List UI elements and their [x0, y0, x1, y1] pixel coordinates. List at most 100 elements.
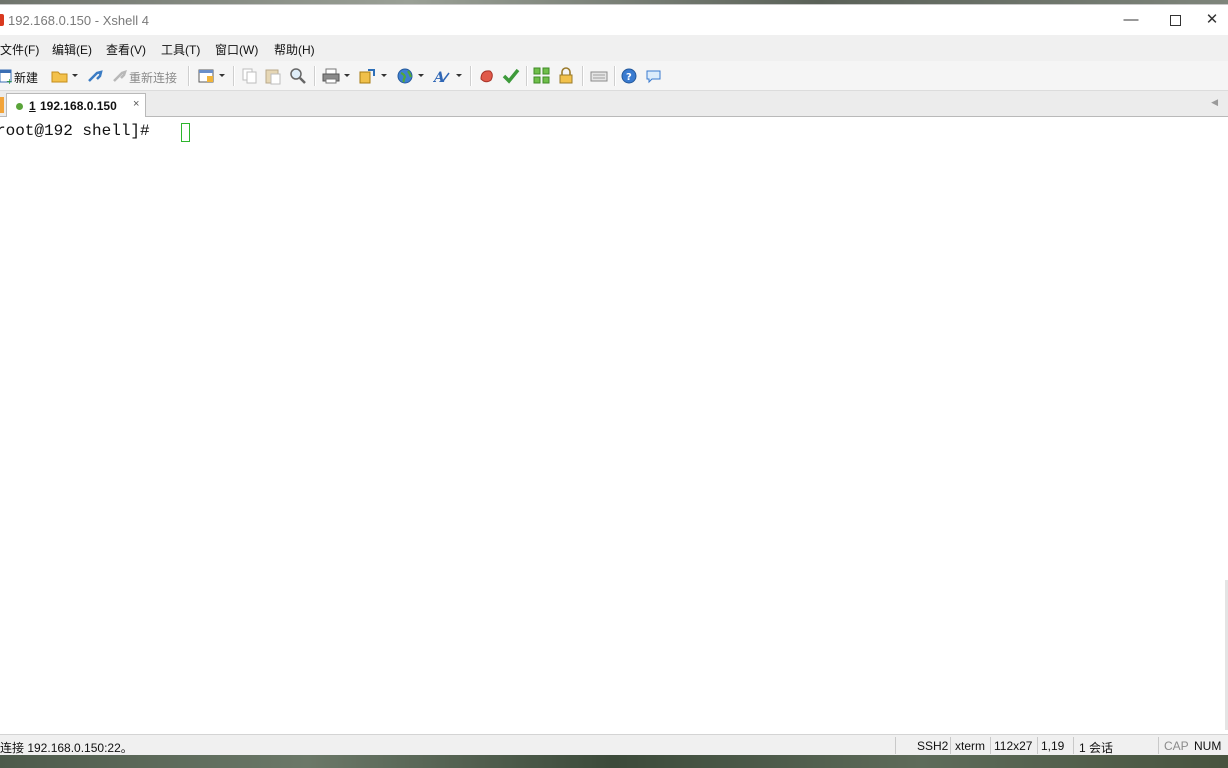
tab-number: 1	[29, 99, 36, 113]
transfer-button[interactable]	[359, 67, 377, 85]
status-bar: 连接 192.168.0.150:22。 SSH2 xterm 112x27 1…	[0, 734, 1228, 756]
session-count-status: 1 会话	[1079, 741, 1114, 755]
close-button[interactable]: ✕	[1196, 5, 1228, 35]
open-dropdown-icon[interactable]	[72, 74, 78, 77]
paste-button[interactable]	[265, 67, 281, 85]
toolbar-separator	[188, 66, 190, 86]
properties-icon	[198, 69, 214, 83]
tab-session-1[interactable]: 1 192.168.0.150 ×	[6, 93, 146, 117]
find-icon	[290, 68, 306, 84]
xshell-window: 192.168.0.150 - Xshell 4 — ✕ 文件(F) 编辑(E)…	[0, 4, 1228, 756]
find-button[interactable]	[289, 67, 307, 85]
copy-icon	[242, 68, 257, 84]
window-title: 192.168.0.150 - Xshell 4	[8, 13, 149, 28]
terminal-cursor	[181, 123, 190, 142]
menu-help[interactable]: 帮助(H)	[274, 41, 315, 58]
lock-icon	[559, 67, 573, 84]
status-separator	[1158, 737, 1159, 754]
fullscreen-button[interactable]	[533, 67, 551, 85]
new-session-label[interactable]: 新建	[14, 69, 38, 86]
font-dropdown-icon[interactable]	[456, 74, 462, 77]
terminal-type-status: xterm	[955, 739, 985, 753]
connected-status-icon	[16, 103, 23, 110]
print-dropdown-icon[interactable]	[344, 74, 350, 77]
tab-label: 192.168.0.150	[40, 99, 117, 113]
chat-button[interactable]	[645, 67, 663, 85]
xftp-button[interactable]	[478, 67, 496, 85]
svg-text:?: ?	[626, 72, 632, 83]
status-separator	[1037, 737, 1038, 754]
minimize-button[interactable]: —	[1108, 5, 1154, 35]
menu-view[interactable]: 查看(V)	[106, 41, 146, 58]
toolbar-separator	[314, 66, 316, 86]
toolbar-separator	[614, 66, 616, 86]
font-icon: A	[433, 70, 450, 85]
toolbar-separator	[233, 66, 235, 86]
xmanager-icon	[502, 68, 520, 84]
lock-button[interactable]	[558, 67, 574, 85]
maximize-button[interactable]	[1152, 5, 1198, 35]
status-separator	[990, 737, 991, 754]
toolbar-separator	[526, 66, 528, 86]
chat-icon	[646, 70, 661, 84]
menu-bar: 文件(F) 编辑(E) 查看(V) 工具(T) 窗口(W) 帮助(H)	[0, 36, 1228, 61]
title-bar[interactable]: 192.168.0.150 - Xshell 4 — ✕	[0, 5, 1228, 35]
globe-icon	[397, 68, 413, 84]
font-button[interactable]: A	[433, 67, 451, 85]
menu-edit[interactable]: 编辑(E)	[52, 41, 92, 58]
fullscreen-icon	[533, 67, 550, 84]
xmanager-button[interactable]	[502, 67, 520, 85]
transfer-icon	[359, 69, 375, 84]
properties-dropdown-icon[interactable]	[219, 74, 225, 77]
menu-window[interactable]: 窗口(W)	[215, 41, 258, 58]
transfer-dropdown-icon[interactable]	[381, 74, 387, 77]
keyboard-icon	[590, 71, 608, 82]
maximize-icon	[1169, 14, 1181, 26]
cursor-position-status: 1,19	[1041, 739, 1065, 753]
connection-status: 连接 192.168.0.150:22。	[0, 741, 133, 755]
reconnect-icon	[113, 70, 127, 82]
connect-icon	[88, 70, 103, 82]
xftp-icon	[480, 70, 493, 83]
globe-dropdown-icon[interactable]	[418, 74, 424, 77]
menu-tools[interactable]: 工具(T)	[161, 41, 200, 58]
minimize-icon: —	[1123, 11, 1139, 28]
properties-button[interactable]	[198, 67, 216, 85]
toolbar-separator	[582, 66, 584, 86]
reconnect-label[interactable]: 重新连接	[129, 69, 177, 86]
paste-icon	[265, 69, 281, 85]
keyboard-button[interactable]	[590, 67, 608, 85]
open-folder-icon	[51, 71, 68, 83]
tab-bar-edge	[0, 97, 4, 113]
desktop-background-bottom	[0, 755, 1228, 768]
globe-button[interactable]	[397, 67, 415, 85]
svg-text:+: +	[6, 77, 13, 85]
new-session-icon: +	[0, 69, 13, 85]
print-icon	[322, 68, 340, 84]
help-icon: ?	[621, 68, 637, 84]
reconnect-button[interactable]	[111, 67, 127, 85]
help-button[interactable]: ?	[621, 67, 639, 85]
terminal-prompt: root@192 shell]#	[0, 122, 160, 140]
print-button[interactable]	[322, 67, 340, 85]
protocol-status: SSH2	[917, 739, 949, 753]
open-button[interactable]	[51, 67, 69, 85]
app-icon	[0, 14, 4, 26]
terminal-area[interactable]: root@192 shell]#	[0, 117, 1228, 734]
session-tab-bar: 1 192.168.0.150 × ◀	[0, 91, 1228, 117]
status-separator	[1073, 737, 1074, 754]
close-icon: ✕	[1205, 11, 1219, 28]
tab-scroll-left-icon[interactable]: ◀	[1211, 97, 1218, 108]
num-lock-indicator: NUM	[1194, 739, 1222, 753]
copy-button[interactable]	[242, 67, 258, 85]
svg-text:A: A	[433, 70, 445, 85]
status-separator	[895, 737, 896, 754]
tab-close-button[interactable]: ×	[133, 98, 139, 110]
toolbar: + 新建 重新连接 A ?	[0, 61, 1228, 91]
toolbar-separator	[470, 66, 472, 86]
terminal-size-status: 112x27	[994, 739, 1033, 753]
connect-button[interactable]	[86, 67, 104, 85]
status-separator	[950, 737, 951, 754]
new-session-button[interactable]: +	[0, 67, 13, 85]
menu-file[interactable]: 文件(F)	[0, 41, 39, 58]
